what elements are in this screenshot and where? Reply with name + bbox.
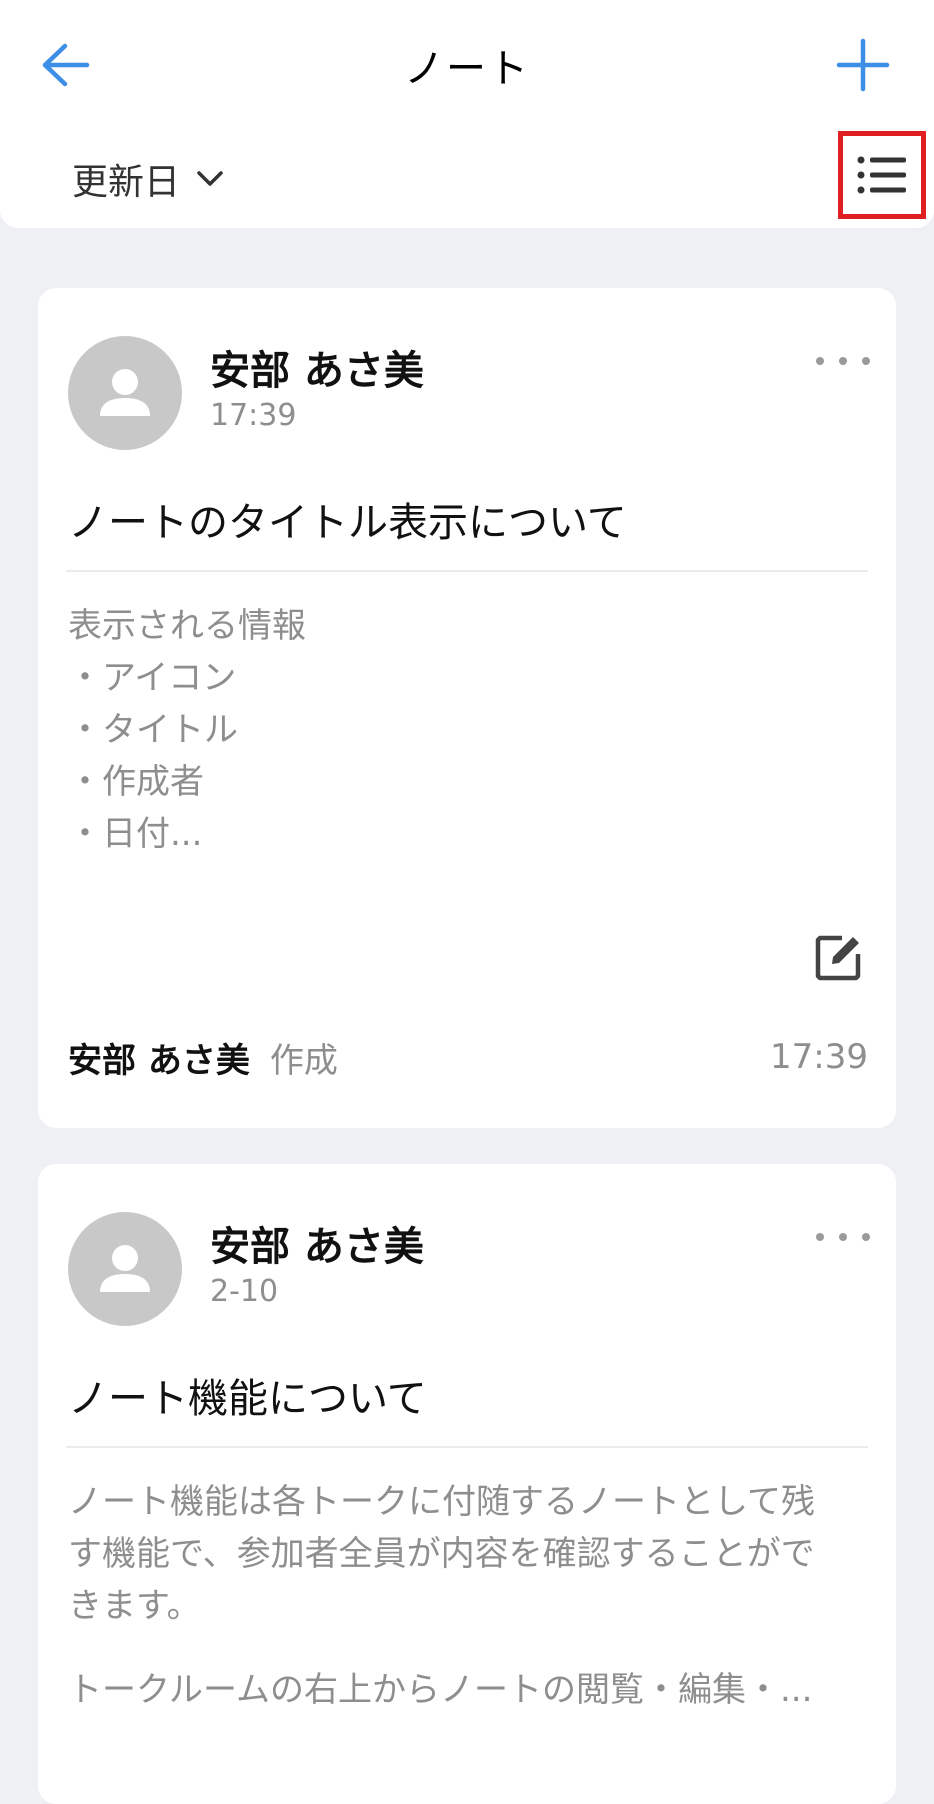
note-body-line: ・日付... <box>68 814 203 854</box>
note-body-line: す機能で、参加者全員が内容を確認することがで <box>68 1534 815 1574</box>
note-author: 安部 あさ美 <box>210 348 424 394</box>
divider <box>66 1446 868 1448</box>
person-icon <box>100 369 150 416</box>
plus-icon <box>836 38 890 92</box>
person-icon <box>100 1245 150 1292</box>
avatar <box>68 1212 182 1326</box>
note-body-paragraph: トークルームの右上からノートの閲覧・編集・... <box>68 1670 813 1710</box>
list-view-toggle-button[interactable] <box>838 131 926 219</box>
more-options-button[interactable] <box>816 1222 870 1252</box>
edit-note-button[interactable] <box>808 928 868 988</box>
add-note-button[interactable] <box>828 30 898 100</box>
note-timestamp: 17:39 <box>210 398 297 433</box>
more-dot-icon <box>816 357 824 365</box>
footer-action: 作成 <box>269 1040 338 1081</box>
note-body-paragraph: ノート機能は各トークに付随するノートとして残 す機能で、参加者全員が内容を確認す… <box>68 1476 866 1632</box>
chevron-down-icon <box>196 170 224 188</box>
more-dot-icon <box>862 1233 870 1241</box>
more-options-button[interactable] <box>816 346 870 376</box>
footer-author: 安部 あさ美 <box>68 1040 250 1081</box>
sort-bar: 更新日 <box>0 128 934 228</box>
note-footer: 安部 あさ美 作成 17:39 <box>68 1032 868 1082</box>
list-view-icon <box>857 156 906 194</box>
note-body-line: ・作成者 <box>68 762 204 802</box>
note-card[interactable]: 安部 あさ美 17:39 ノートのタイトル表示について 表示される情報 ・アイコ… <box>38 288 896 1128</box>
more-dot-icon <box>862 357 870 365</box>
note-title: ノートのタイトル表示について <box>68 500 627 546</box>
note-title: ノート機能について <box>68 1376 427 1422</box>
note-body: 表示される情報 ・アイコン ・タイトル ・作成者 ・日付... <box>68 600 866 860</box>
note-body-line: ・タイトル <box>68 710 238 750</box>
note-body-line: ・アイコン <box>68 658 237 698</box>
avatar <box>68 336 182 450</box>
note-body-line: ノート機能は各トークに付随するノートとして残 <box>68 1482 815 1522</box>
note-body-line: きます。 <box>68 1586 201 1626</box>
footer-time: 17:39 <box>770 1037 868 1077</box>
note-card[interactable]: 安部 あさ美 2-10 ノート機能について ノート機能は各トークに付随するノート… <box>38 1164 896 1804</box>
page-title: ノート <box>404 46 530 92</box>
divider <box>66 570 868 572</box>
app-header: ノート <box>0 0 934 128</box>
edit-icon <box>815 935 861 981</box>
note-timestamp: 2-10 <box>210 1274 279 1309</box>
more-dot-icon <box>816 1233 824 1241</box>
more-dot-icon <box>839 357 847 365</box>
note-body-line: 表示される情報 <box>68 606 306 646</box>
note-author: 安部 あさ美 <box>210 1224 424 1270</box>
sort-label: 更新日 <box>72 162 181 203</box>
more-dot-icon <box>839 1233 847 1241</box>
sort-dropdown[interactable]: 更新日 <box>72 154 224 204</box>
